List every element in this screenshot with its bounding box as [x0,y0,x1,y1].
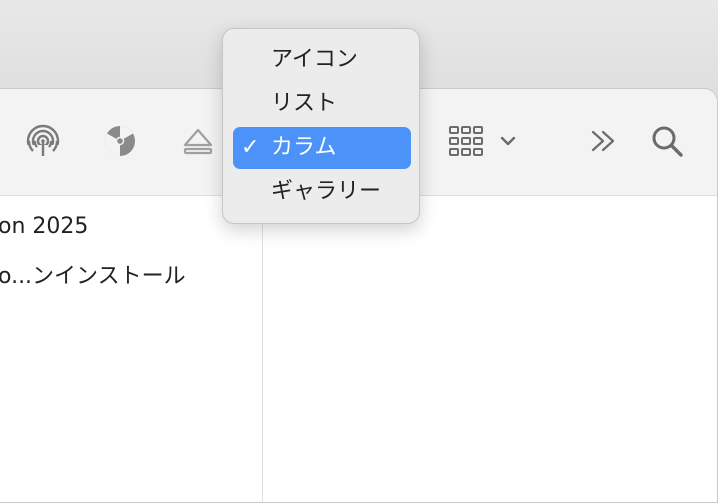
burn-icon[interactable] [100,121,140,161]
checkmark-icon: ✓ [241,135,260,160]
menu-item-column-view[interactable]: ✓ カラム [233,127,411,169]
list-item[interactable]: on 2025 [0,214,88,239]
menu-item-gallery-view[interactable]: ギャラリー [233,171,411,213]
menu-item-label: リスト [271,91,338,116]
view-mode-dropdown: アイコン リスト ✓ カラム ギャラリー [222,28,420,224]
menu-item-label: ギャラリー [271,179,382,204]
eject-icon[interactable] [178,121,218,161]
file-column: on 2025 o...ンインストール [0,196,263,502]
view-grid-icon[interactable] [446,121,488,161]
menu-item-list-view[interactable]: リスト [233,83,411,125]
menu-item-label: カラム [271,135,337,160]
more-chevrons-icon[interactable] [586,121,622,161]
list-item[interactable]: o...ンインストール [0,258,186,290]
menu-item-icon-view[interactable]: アイコン [233,39,411,81]
airdrop-icon[interactable] [22,121,64,161]
chevron-down-icon[interactable] [496,121,520,161]
search-icon[interactable] [646,121,688,161]
menu-item-label: アイコン [271,47,358,72]
